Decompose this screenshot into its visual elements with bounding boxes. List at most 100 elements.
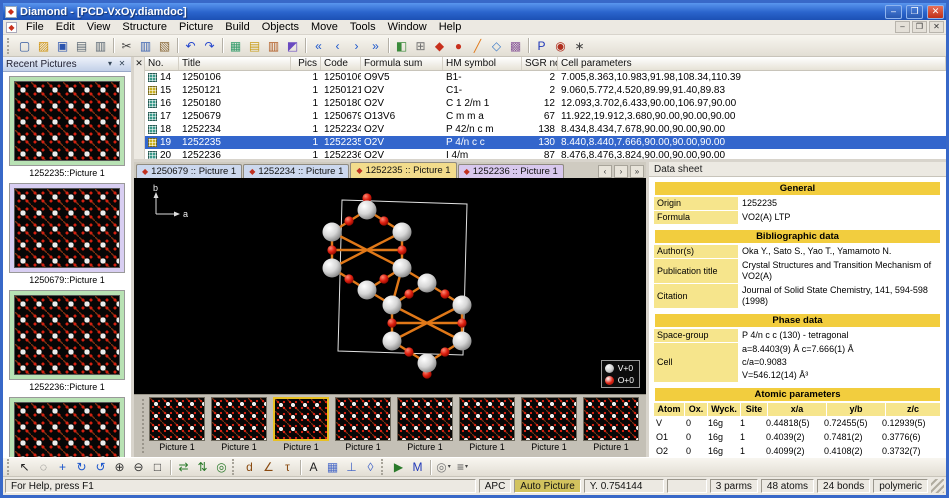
recent-picture-item[interactable]: 1252236::Picture 1 <box>9 290 125 394</box>
table-row[interactable]: 14125010611250106O9V5B1-27.005,8.363,10.… <box>145 71 946 84</box>
copy-icon[interactable]: ▥ <box>136 37 155 55</box>
strip-grip-handle[interactable] <box>136 399 144 453</box>
pointer-coordinates-icon[interactable]: ◎▾ <box>434 458 453 476</box>
navigate-previous-icon[interactable]: ‹ <box>328 37 347 55</box>
film-strip-image[interactable] <box>211 397 267 441</box>
crystal-structure-canvas[interactable]: b a V+0O+0 <box>134 178 646 394</box>
recent-picture-thumbnail[interactable] <box>14 402 120 457</box>
menu-item-picture[interactable]: Picture <box>173 20 219 35</box>
navigate-last-icon[interactable]: » <box>366 37 385 55</box>
menu-item-build[interactable]: Build <box>219 20 255 35</box>
zoom-out-icon[interactable]: ⊖ <box>129 458 148 476</box>
recent-picture-thumbnail[interactable] <box>14 188 120 268</box>
perspective-icon[interactable]: ◊ <box>361 458 380 476</box>
table-row[interactable]: 17125067911250679O13V6C m m a6711.922,19… <box>145 110 946 123</box>
column-header[interactable]: Pics <box>291 57 321 70</box>
toolbar-grip-handle[interactable] <box>7 459 12 475</box>
recent-picture-item[interactable]: 1250679::Picture 1 <box>9 183 125 287</box>
view-options-icon[interactable]: ≡▾ <box>453 458 472 476</box>
table-row[interactable]: 19125223511252235O2VP 4/n c c1308.440,8.… <box>145 136 946 149</box>
film-strip-thumbnail[interactable]: Picture 1 <box>518 395 580 457</box>
film-strip-image[interactable] <box>521 397 577 441</box>
preferences-icon[interactable]: ∗ <box>570 37 589 55</box>
print-icon[interactable]: ▤ <box>72 37 91 55</box>
column-header[interactable]: SGR no. <box>522 57 558 70</box>
movie-recorder-icon[interactable]: M <box>408 458 427 476</box>
add-bonds-icon[interactable]: ╱ <box>468 37 487 55</box>
recent-picture-item[interactable]: 1252235::Picture 1 <box>9 76 125 180</box>
column-header[interactable]: No. <box>145 57 179 70</box>
povray-export-icon[interactable]: P <box>532 37 551 55</box>
toolbar-grip-handle[interactable] <box>232 459 237 475</box>
menu-item-objects[interactable]: Objects <box>256 20 305 35</box>
picture-tab-active[interactable]: ◆1252235 :: Picture 1 <box>350 162 456 178</box>
cut-icon[interactable]: ✂ <box>117 37 136 55</box>
recent-picture-thumbnail[interactable] <box>14 81 120 161</box>
menu-item-edit[interactable]: Edit <box>50 20 81 35</box>
navigate-first-icon[interactable]: « <box>309 37 328 55</box>
table-row[interactable]: 15125012111250121O2VC1-29.060,5.772,4.52… <box>145 84 946 97</box>
column-header[interactable]: HM symbol <box>443 57 522 70</box>
atom-labels-icon[interactable]: A <box>304 458 323 476</box>
film-strip-thumbnail[interactable]: Picture 1 <box>456 395 518 457</box>
toolbar-grip-handle[interactable] <box>7 38 12 54</box>
column-header[interactable]: Cell parameters <box>558 57 946 70</box>
measure-distance-icon[interactable]: d <box>240 458 259 476</box>
redo-icon[interactable]: ↷ <box>200 37 219 55</box>
save-document-icon[interactable]: ▣ <box>53 37 72 55</box>
table-row[interactable]: 20125223611252236O2VI 4/m878.476,8.476,3… <box>145 149 946 159</box>
toolbar-grip-handle[interactable] <box>381 459 386 475</box>
film-strip-thumbnail[interactable]: Picture 1 <box>270 395 332 457</box>
data-sheet-view-icon[interactable]: ▤ <box>245 37 264 55</box>
undo-icon[interactable]: ↶ <box>181 37 200 55</box>
new-structure-picture-icon[interactable]: ◧ <box>392 37 411 55</box>
table-row[interactable]: 16125018011250180O2VC 1 2/m 11212.093,3.… <box>145 97 946 110</box>
film-strip-image[interactable] <box>397 397 453 441</box>
mdi-minimize-button[interactable]: – <box>895 21 910 33</box>
film-strip-thumbnail[interactable]: Picture 1 <box>580 395 642 457</box>
add-atoms-icon[interactable]: ● <box>449 37 468 55</box>
zoom-window-icon[interactable]: □ <box>148 458 167 476</box>
column-header[interactable]: Title <box>179 57 291 70</box>
zoom-in-icon[interactable]: ⊕ <box>110 458 129 476</box>
film-strip-thumbnail[interactable]: Picture 1 <box>332 395 394 457</box>
auto-build-icon[interactable]: ◆ <box>430 37 449 55</box>
polyhedra-icon[interactable]: ◇ <box>487 37 506 55</box>
film-strip-thumbnail[interactable]: Picture 1 <box>146 395 208 457</box>
new-document-icon[interactable]: ▢ <box>15 37 34 55</box>
navigate-next-icon[interactable]: › <box>347 37 366 55</box>
resize-grip[interactable] <box>931 479 944 493</box>
film-strip-image[interactable] <box>149 397 205 441</box>
rotate-mode-icon[interactable]: ↻ <box>72 458 91 476</box>
recent-picture-thumbnail[interactable] <box>14 295 120 375</box>
move-mode-icon[interactable]: + <box>53 458 72 476</box>
status-auto-picture[interactable]: Auto Picture <box>514 479 580 493</box>
film-strip-image[interactable] <box>459 397 515 441</box>
select-all-icon[interactable]: ◌ <box>34 458 53 476</box>
measure-angle-icon[interactable]: ∠ <box>259 458 278 476</box>
mdi-restore-button[interactable]: ❐ <box>912 21 927 33</box>
distances-angles-icon[interactable]: ▥ <box>264 37 283 55</box>
table-row[interactable]: 18125223411252234O2VP 42/n c m1388.434,8… <box>145 123 946 136</box>
close-button[interactable]: ✕ <box>927 5 944 19</box>
menu-item-tools[interactable]: Tools <box>344 20 382 35</box>
tab-overflow-icon[interactable]: » <box>630 165 644 178</box>
fill-unit-cell-icon[interactable]: ▩ <box>506 37 525 55</box>
panel-menu-icon[interactable]: ▾ <box>104 59 116 70</box>
film-strip-image[interactable] <box>335 397 391 441</box>
render-scene-icon[interactable]: ◉ <box>551 37 570 55</box>
picture-tab[interactable]: ◆1252234 :: Picture 1 <box>243 164 349 178</box>
structure-table-icon[interactable]: ▦ <box>226 37 245 55</box>
recent-picture-item[interactable] <box>9 397 125 457</box>
rotate-y-icon[interactable]: ⇅ <box>193 458 212 476</box>
menu-item-view[interactable]: View <box>81 20 117 35</box>
minimize-button[interactable]: – <box>885 5 902 19</box>
column-header[interactable]: Formula sum <box>361 57 443 70</box>
viewing-direction-icon[interactable]: ⊥ <box>342 458 361 476</box>
picture-tab[interactable]: ◆1250679 :: Picture 1 <box>136 164 242 178</box>
picture-view-icon[interactable]: ◩ <box>283 37 302 55</box>
film-strip-image[interactable] <box>273 397 329 441</box>
unit-cell-edges-icon[interactable]: ▦ <box>323 458 342 476</box>
rotate-x-icon[interactable]: ⇄ <box>174 458 193 476</box>
tab-scroll-left-icon[interactable]: ‹ <box>598 165 612 178</box>
